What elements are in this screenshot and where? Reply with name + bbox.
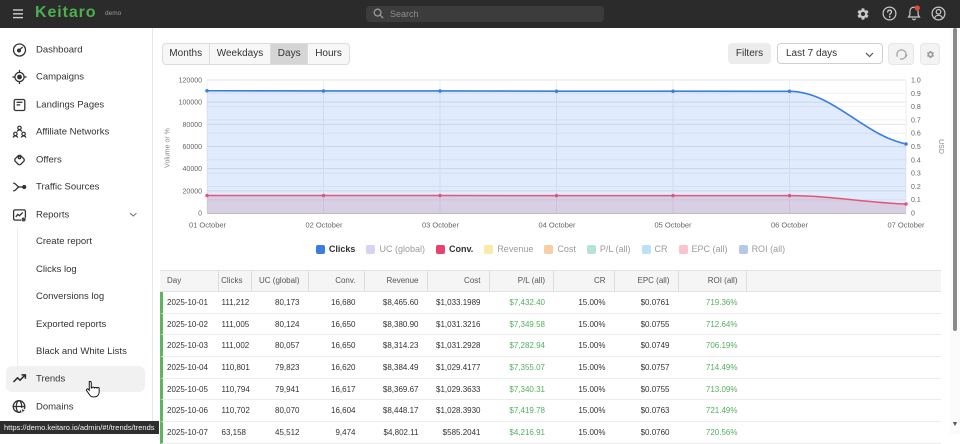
svg-text:0.2: 0.2 [911, 184, 921, 191]
svg-text:0.9: 0.9 [911, 91, 921, 98]
svg-text:USD: USD [937, 139, 944, 154]
svg-text:0.8: 0.8 [911, 104, 921, 111]
svg-text:01 October: 01 October [189, 221, 227, 230]
svg-text:04 October: 04 October [538, 221, 576, 230]
svg-text:07 October: 07 October [887, 221, 925, 230]
svg-text:0.4: 0.4 [911, 157, 921, 164]
svg-text:06 October: 06 October [771, 221, 809, 230]
svg-text:1.0: 1.0 [911, 78, 921, 85]
svg-text:120000: 120000 [179, 78, 202, 85]
svg-text:60000: 60000 [183, 144, 203, 151]
svg-text:0: 0 [198, 211, 202, 218]
svg-text:0.5: 0.5 [911, 144, 921, 151]
svg-text:100000: 100000 [179, 100, 202, 107]
svg-text:05 October: 05 October [654, 221, 692, 230]
svg-text:0.1: 0.1 [911, 197, 921, 204]
svg-text:80000: 80000 [183, 122, 203, 129]
svg-text:0.6: 0.6 [911, 131, 921, 138]
svg-text:20000: 20000 [183, 188, 203, 195]
svg-text:0.3: 0.3 [911, 171, 921, 178]
svg-text:03 October: 03 October [422, 221, 460, 230]
svg-text:02 October: 02 October [305, 221, 343, 230]
svg-text:0: 0 [911, 211, 915, 218]
svg-text:40000: 40000 [183, 166, 203, 173]
svg-text:0.7: 0.7 [911, 117, 921, 124]
svg-text:Volume or %: Volume or % [165, 128, 172, 168]
